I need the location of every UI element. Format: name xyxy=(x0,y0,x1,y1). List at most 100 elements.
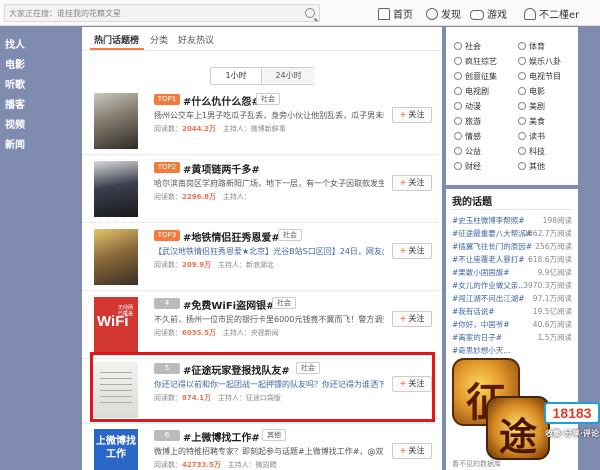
topic-description: 哈尔滨南岗区学府路新阳广场，地下一层，有一个女子因取款发生口角，随... xyxy=(154,179,384,188)
my-topic-row[interactable]: #离家的日子# 1.5万阅读 xyxy=(452,332,574,344)
category-icon xyxy=(454,162,462,170)
host-name[interactable]: 微招聘 xyxy=(256,461,277,469)
leftnav-item-movies[interactable]: 电影 xyxy=(5,56,25,71)
my-topic-row[interactable]: #闯江湖不问出江湖# 97.1万阅读 xyxy=(452,293,574,305)
nav-home[interactable]: 首页 xyxy=(378,6,413,21)
my-topic-row[interactable]: #我有话说# 19.5亿阅读 xyxy=(452,306,574,318)
nav-user[interactable]: 不二槿er xyxy=(524,6,579,21)
topic-title[interactable]: #什么仇什么怨# xyxy=(183,93,260,108)
leftnav-item-music[interactable]: 听歌 xyxy=(5,76,25,91)
topic-thumbnail[interactable]: WiFi 无线网已覆盖 xyxy=(94,297,138,353)
topic-title[interactable]: #黄项链两千多# xyxy=(183,161,260,176)
my-topic-title[interactable]: #奇思妙想小天... xyxy=(452,345,510,356)
my-topic-title[interactable]: #你好，中国爷# xyxy=(452,319,510,330)
search-input[interactable]: 大家正在搜：谁挂我的花籍文星 xyxy=(4,4,320,22)
search-icon[interactable] xyxy=(305,8,315,18)
category-tag[interactable]: 社会 xyxy=(278,229,302,241)
topic-title[interactable]: #地铁情侣狂秀恩爱# xyxy=(183,229,280,244)
category-tag[interactable]: 社会 xyxy=(256,93,280,105)
topic-thumbnail[interactable] xyxy=(94,161,138,217)
category-item[interactable]: 读书 xyxy=(518,131,545,142)
follow-button[interactable]: + 关注 xyxy=(392,107,432,123)
category-item[interactable]: 社会 xyxy=(454,41,481,52)
my-topic-row[interactable]: #征途最重要八大帮派# 2062.7万阅读 xyxy=(452,228,574,240)
my-topic-row[interactable]: #奇思妙想小天... xyxy=(452,345,574,357)
category-label: 情感 xyxy=(465,132,481,141)
my-topic-reads: 1.5万阅读 xyxy=(537,333,572,342)
period-24h[interactable]: 24小时 xyxy=(263,68,314,84)
category-item[interactable]: 娱乐八卦 xyxy=(518,56,561,67)
category-item[interactable]: 体育 xyxy=(518,41,545,52)
my-topic-row[interactable]: #女儿的作业做父亲... 3970.3万阅读 xyxy=(452,280,574,292)
host-name[interactable]: 微博新鲜事 xyxy=(251,125,286,133)
topic-title[interactable]: #免费WiFi盗网银# xyxy=(183,297,274,312)
follow-button[interactable]: + 关注 xyxy=(392,175,432,191)
leftnav-item-news[interactable]: 新闻 xyxy=(5,136,25,151)
my-topic-row[interactable]: #果敢小国国旗# 9.9亿阅读 xyxy=(452,267,574,279)
gamepad-icon xyxy=(470,10,484,20)
topic-thumbnail[interactable] xyxy=(94,229,138,285)
category-item[interactable]: 财经 xyxy=(454,161,481,172)
category-item[interactable]: 美食 xyxy=(518,116,545,127)
follow-button[interactable]: + 关注 xyxy=(392,443,432,459)
topic-thumbnail[interactable] xyxy=(94,93,138,149)
category-item[interactable]: 疯狂综艺 xyxy=(454,56,497,67)
category-item[interactable]: 电视剧 xyxy=(454,86,489,97)
my-topic-reads: 2062.7万阅读 xyxy=(523,229,572,238)
category-icon xyxy=(518,147,526,155)
my-topic-title[interactable]: #闯江湖不问出江湖# xyxy=(452,293,525,304)
category-item[interactable]: 科技 xyxy=(518,146,545,157)
period-1h[interactable]: 1小时 xyxy=(211,68,262,84)
topic-card[interactable]: TOP1 #什么仇什么怨# 社会 扬州公交车上1男子吃瓜子乱丢，身旁小伙让他别乱… xyxy=(82,87,442,155)
topic-thumbnail[interactable]: 上微博找工作 xyxy=(94,429,138,470)
category-item[interactable]: 动漫 xyxy=(454,101,481,112)
category-item[interactable]: 创意征集 xyxy=(454,71,497,82)
tab-hot-topics[interactable]: 热门话题榜 xyxy=(94,33,139,46)
my-topic-row[interactable]: #史玉柱微博李帮照# 198阅读 xyxy=(452,215,574,227)
nav-game[interactable]: 游戏 xyxy=(470,6,507,21)
topic-title[interactable]: #上微博找工作# xyxy=(183,429,260,444)
nav-discover[interactable]: 发现 xyxy=(426,6,461,21)
category-tag[interactable]: 其他 xyxy=(262,429,286,441)
category-item[interactable]: 美剧 xyxy=(518,101,545,112)
follow-label: 关注 xyxy=(408,446,425,455)
my-topic-row[interactable]: #不让座覆老人暴打# 618.6万阅读 xyxy=(452,254,574,266)
my-topic-title[interactable]: #不让座覆老人暴打# xyxy=(452,254,525,265)
topic-card[interactable]: WiFi 无线网已覆盖 4 #免费WiFi盗网银# 社会 不久前，扬州一位市民的… xyxy=(82,291,442,359)
tab-categories[interactable]: 分类 xyxy=(150,33,168,46)
my-topic-title[interactable]: #离家的日子# xyxy=(452,332,502,343)
leftnav-item-video[interactable]: 视频 xyxy=(5,116,25,131)
category-label: 美食 xyxy=(529,117,545,126)
leftnav-item-podcast[interactable]: 播客 xyxy=(5,96,25,111)
my-topic-title[interactable]: #女儿的作业做父亲... xyxy=(452,280,525,291)
category-item[interactable]: 电影 xyxy=(518,86,545,97)
topic-card[interactable]: 上微博找工作 6 #上微博找工作# 其他 微博上的特推招聘专家？即刻起参与话题#… xyxy=(82,423,442,470)
topic-card[interactable]: TOP2 #黄项链两千多# 哈尔滨南岗区学府路新阳广场，地下一层，有一个女子因取… xyxy=(82,155,442,223)
logo-glyph-badge: 途 xyxy=(486,396,550,460)
category-tag[interactable]: 社会 xyxy=(272,297,296,309)
follow-button[interactable]: + 关注 xyxy=(392,243,432,259)
follow-button[interactable]: + 关注 xyxy=(392,311,432,327)
host-name[interactable]: 新浪湖北 xyxy=(246,261,274,269)
category-item[interactable]: 旅游 xyxy=(454,116,481,127)
game-logo-watermark: 征 途 18183 收集·分享·评论 xyxy=(452,358,600,470)
host-name[interactable]: 央视新闻 xyxy=(251,329,279,337)
my-topic-row[interactable]: #你好，中国爷# 40.6万阅读 xyxy=(452,319,574,331)
topic-card[interactable]: TOP3 #地铁情侣狂秀恩爱# 社会 【武汉地铁情侣狂秀恩爱★北京】光谷B站S口… xyxy=(82,223,442,291)
leftnav-item-find-people[interactable]: 找人 xyxy=(5,36,25,51)
my-topic-title[interactable]: #征途最重要八大帮派# xyxy=(452,228,532,239)
my-topic-title[interactable]: #史玉柱微博李帮照# xyxy=(452,215,525,226)
category-item[interactable]: 公益 xyxy=(454,146,481,157)
category-label: 科技 xyxy=(529,147,545,156)
my-topic-title[interactable]: #插翼飞往长门的原因# xyxy=(452,241,532,252)
category-item[interactable]: 电视节目 xyxy=(518,71,561,82)
tab-friends[interactable]: 好友热议 xyxy=(178,33,214,46)
category-item[interactable]: 情感 xyxy=(454,131,481,142)
my-topic-title[interactable]: #我有话说# xyxy=(452,306,495,317)
my-topic-title[interactable]: #果敢小国国旗# xyxy=(452,267,510,278)
topic-meta: 阅读数：42733.5万 主持人：微招聘 xyxy=(154,461,277,469)
compass-icon xyxy=(426,8,438,20)
category-icon xyxy=(518,87,526,95)
category-item[interactable]: 其他 xyxy=(518,161,545,172)
my-topic-row[interactable]: #插翼飞往长门的原因# 256万阅读 xyxy=(452,241,574,253)
